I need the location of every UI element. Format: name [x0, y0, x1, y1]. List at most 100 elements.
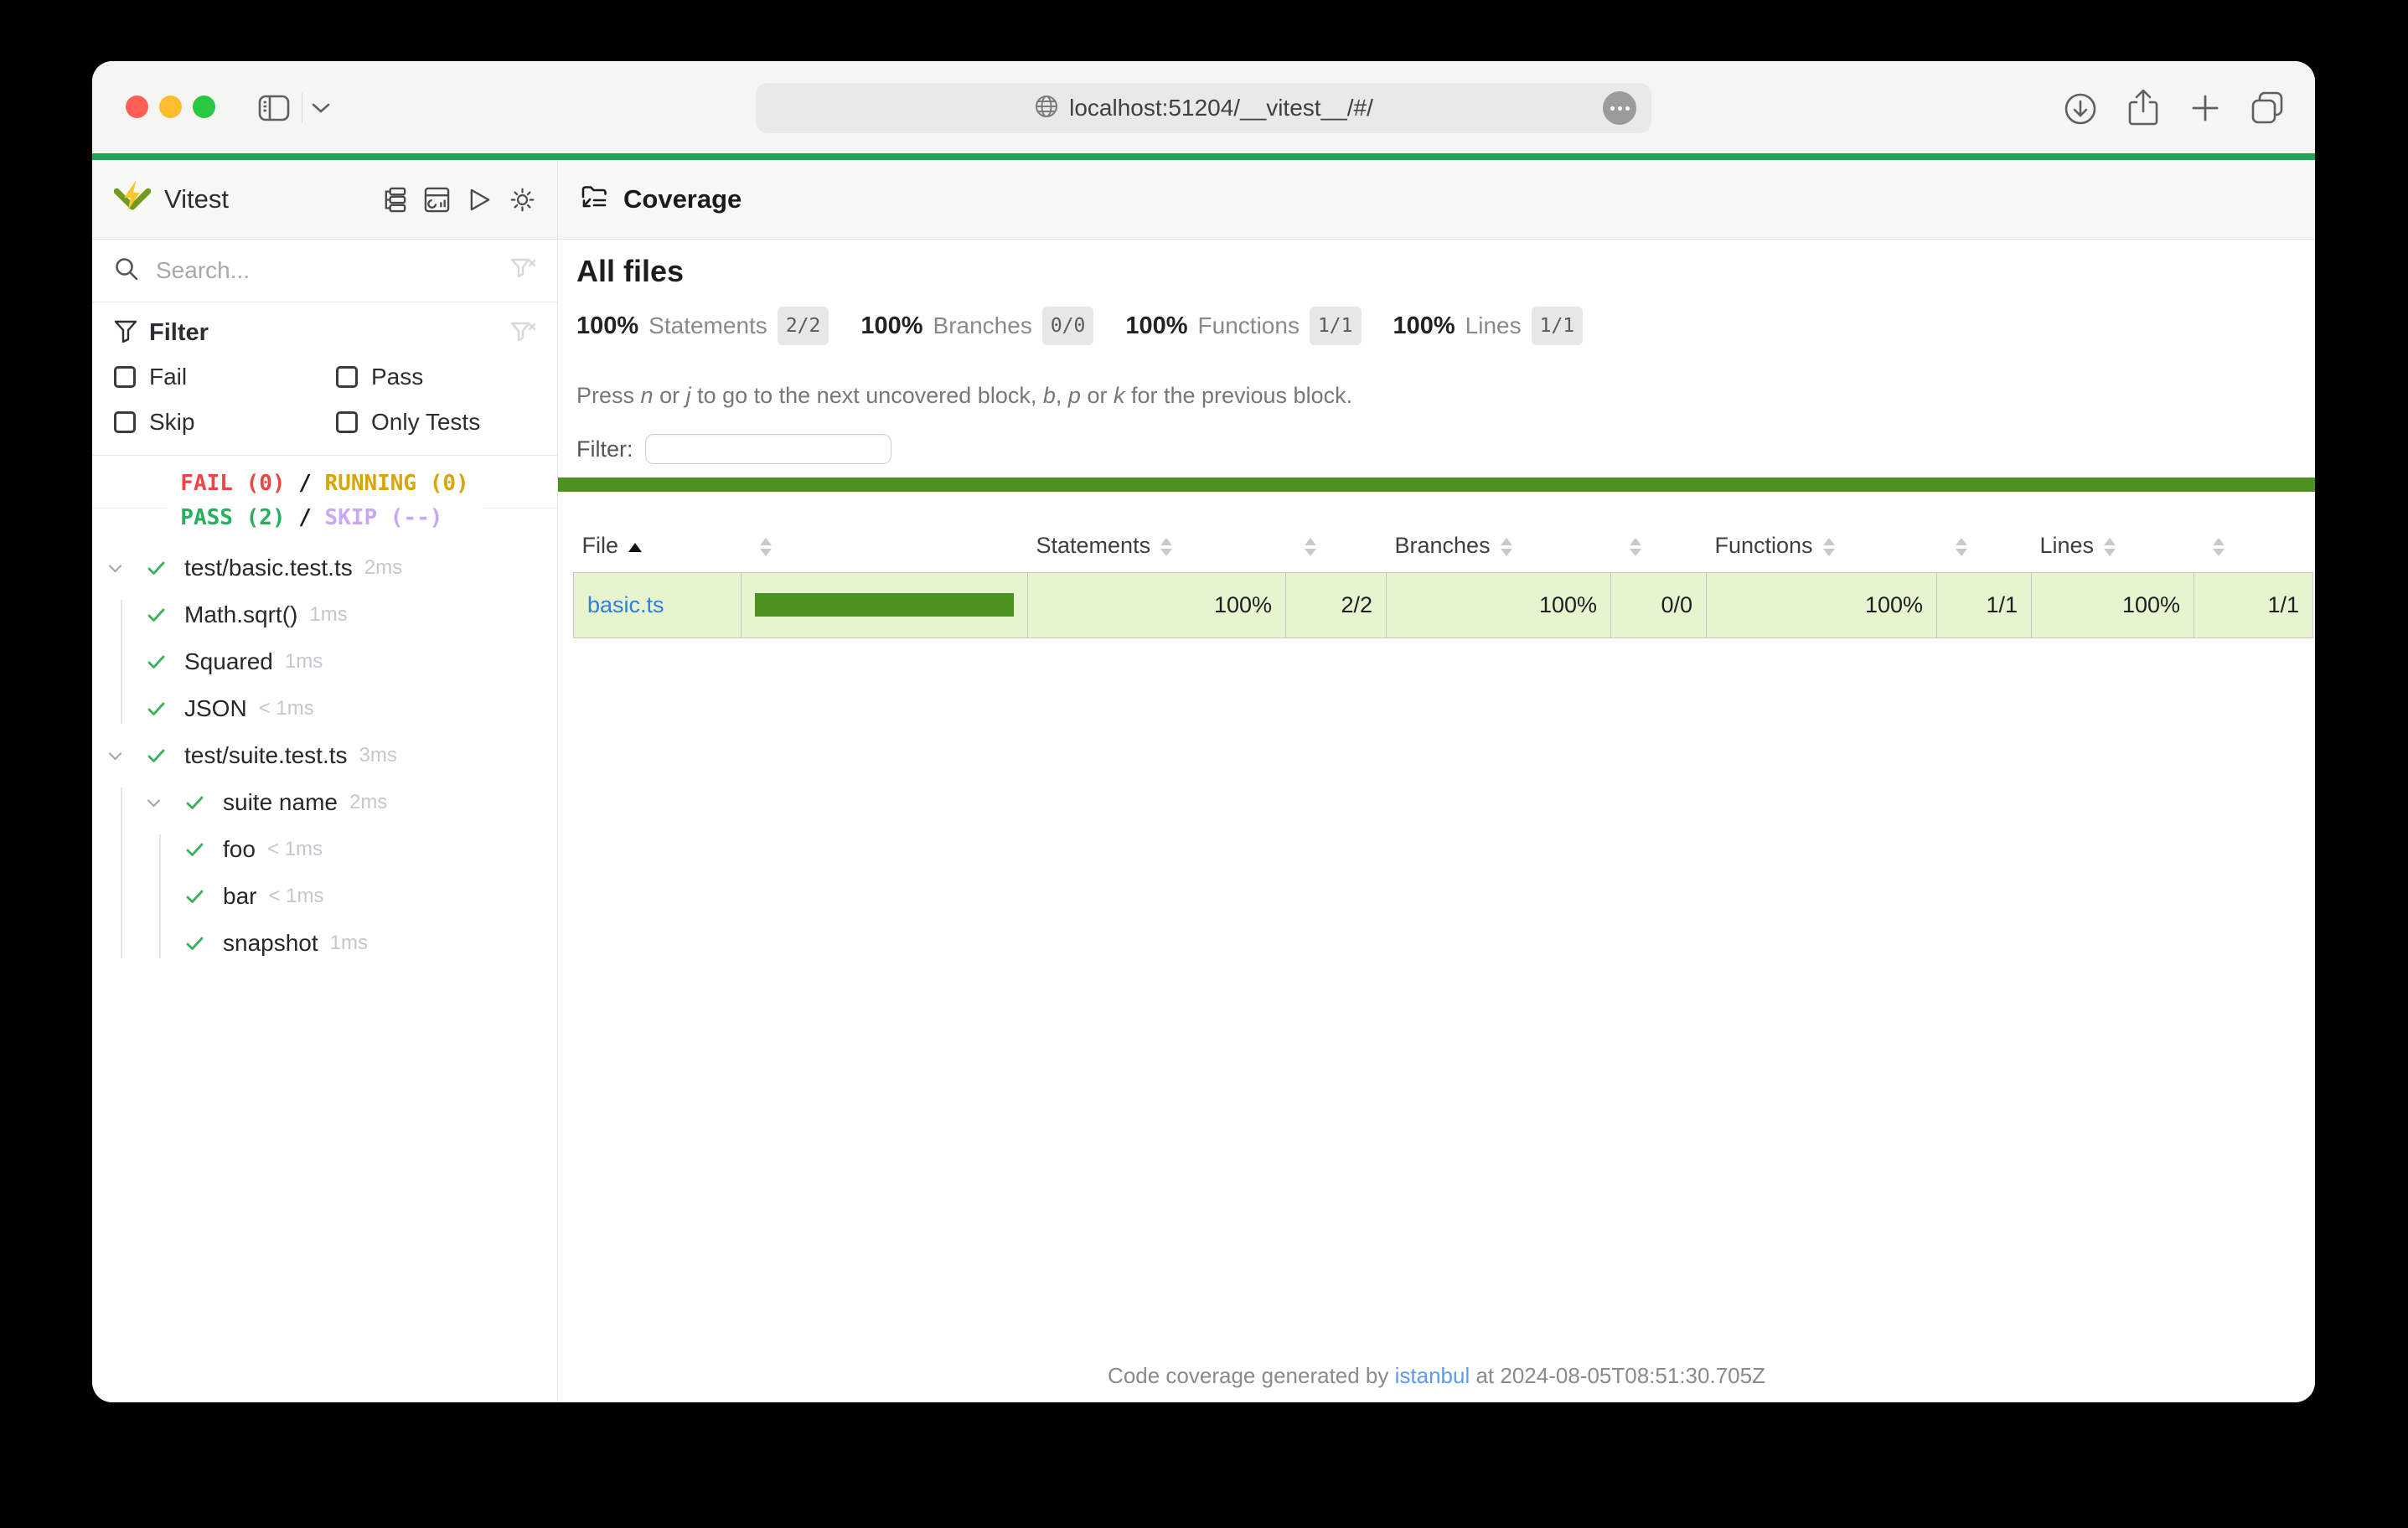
lines-frac: 1/1 — [2194, 572, 2313, 638]
clear-search-filter-icon[interactable] — [510, 257, 535, 285]
column-lines-frac[interactable] — [2194, 520, 2313, 572]
skip-count: SKIP (--) — [325, 505, 443, 530]
stat-statements: 100% Statements 2/2 — [576, 307, 829, 345]
tab-overview-icon[interactable] — [2249, 90, 2286, 131]
stat-lines: 100% Lines 1/1 — [1393, 307, 1584, 345]
browser-toolbar: localhost:51204/__vitest__/#/ — [92, 61, 2315, 153]
sorter-icon[interactable] — [1501, 538, 1512, 556]
column-functions[interactable]: Functions — [1707, 520, 1937, 572]
dashboard-icon[interactable] — [424, 187, 450, 213]
sorter-icon[interactable] — [2213, 538, 2225, 556]
table-header-row: File Statements Branches Functions Lines — [574, 520, 2313, 572]
coverage-filter-input[interactable] — [645, 434, 891, 464]
column-statements-frac[interactable] — [1286, 520, 1387, 572]
url-text: localhost:51204/__vitest__/#/ — [1069, 95, 1373, 121]
chevron-down-icon[interactable] — [109, 751, 147, 761]
duration: 1ms — [285, 650, 323, 674]
coverage-table: File Statements Branches Functions Lines — [573, 520, 2313, 638]
search-row — [92, 240, 557, 302]
functions-pct: 100% — [1707, 572, 1937, 638]
lines-pct: 100% — [2032, 572, 2194, 638]
sort-ascending-icon — [628, 543, 642, 552]
test-run-summary: FAIL (0) / RUNNING (0) PASS (2) / SKIP (… — [92, 456, 557, 545]
statements-pct: 100% — [1028, 572, 1286, 638]
close-window-button[interactable] — [126, 96, 148, 118]
filter-label: Filter: — [576, 436, 633, 462]
pass-count: PASS (2) — [180, 505, 285, 530]
sidebar-header: Vitest — [92, 160, 557, 240]
coverage-stats: 100% Statements 2/2 100% Branches 0/0 10… — [576, 307, 2315, 345]
branches-frac: 0/0 — [1611, 572, 1707, 638]
fraction-badge: 0/0 — [1042, 307, 1094, 345]
globe-icon — [1034, 94, 1059, 123]
tree-item-suite[interactable]: suite name 2ms — [92, 779, 557, 826]
report-heading: All files — [576, 253, 2315, 290]
tree-item-file[interactable]: test/basic.test.ts 2ms — [92, 545, 557, 591]
filter-checkbox-only-tests[interactable]: Only Tests — [336, 409, 535, 436]
filter-checkbox-skip[interactable]: Skip — [114, 409, 336, 436]
column-lines[interactable]: Lines — [2032, 520, 2194, 572]
sorter-icon[interactable] — [1630, 538, 1641, 556]
chevron-down-icon[interactable] — [312, 102, 330, 118]
address-bar[interactable]: localhost:51204/__vitest__/#/ — [756, 83, 1651, 133]
filter-checkbox-fail[interactable]: Fail — [114, 364, 336, 390]
functions-frac: 1/1 — [1937, 572, 2032, 638]
run-all-icon[interactable] — [467, 187, 493, 213]
share-icon[interactable] — [2126, 89, 2160, 132]
page-settings-button[interactable] — [1603, 91, 1636, 125]
search-icon — [114, 256, 139, 286]
clear-filters-icon[interactable] — [510, 321, 535, 348]
tree-item-file[interactable]: test/suite.test.ts 3ms — [92, 732, 557, 779]
column-branches-frac[interactable] — [1611, 520, 1707, 572]
checkbox[interactable] — [114, 411, 136, 433]
checkbox[interactable] — [336, 411, 358, 433]
theme-toggle-icon[interactable] — [509, 187, 535, 213]
expand-tree-icon[interactable] — [381, 187, 407, 213]
filter-panel: Filter Fail Pass — [92, 302, 557, 456]
app-title: Vitest — [164, 184, 229, 214]
stat-branches: 100% Branches 0/0 — [860, 307, 1093, 345]
sorter-icon[interactable] — [1823, 538, 1835, 556]
minimize-window-button[interactable] — [159, 96, 182, 118]
coverage-icon — [580, 183, 608, 216]
duration: 2ms — [364, 556, 402, 580]
new-tab-icon[interactable] — [2188, 91, 2222, 129]
column-pic[interactable] — [742, 520, 1028, 572]
pass-check-icon — [147, 561, 184, 576]
column-statements[interactable]: Statements — [1028, 520, 1286, 572]
filter-checkbox-pass[interactable]: Pass — [336, 364, 535, 390]
tree-item-test[interactable]: snapshot 1ms — [92, 920, 557, 967]
pass-check-icon — [186, 796, 223, 810]
file-cell[interactable]: basic.ts — [574, 572, 742, 638]
sorter-icon[interactable] — [2104, 538, 2116, 556]
duration: 3ms — [359, 744, 397, 767]
tree-item-test[interactable]: Math.sqrt() 1ms — [92, 591, 557, 638]
sorter-icon[interactable] — [760, 538, 772, 556]
coverage-report: All files 100% Statements 2/2 100% Branc… — [558, 240, 2315, 1402]
column-branches[interactable]: Branches — [1387, 520, 1611, 572]
zoom-window-button[interactable] — [193, 96, 215, 118]
tree-item-test[interactable]: JSON < 1ms — [92, 685, 557, 732]
search-input[interactable] — [156, 257, 510, 284]
branches-pct: 100% — [1387, 572, 1611, 638]
sorter-icon[interactable] — [1160, 538, 1172, 556]
sidebar-toggle-icon[interactable] — [258, 95, 290, 126]
statements-frac: 2/2 — [1286, 572, 1387, 638]
checkbox[interactable] — [336, 366, 358, 388]
pass-check-icon — [186, 843, 223, 857]
tree-item-test[interactable]: bar < 1ms — [92, 873, 557, 920]
chevron-down-icon[interactable] — [147, 798, 186, 808]
chevron-down-icon[interactable] — [109, 564, 147, 573]
tree-item-test[interactable]: Squared 1ms — [92, 638, 557, 685]
istanbul-link[interactable]: istanbul — [1395, 1363, 1470, 1388]
column-file[interactable]: File — [574, 520, 742, 572]
checkbox[interactable] — [114, 366, 136, 388]
traffic-lights — [126, 96, 215, 118]
column-functions-frac[interactable] — [1937, 520, 2032, 572]
sorter-icon[interactable] — [1305, 538, 1316, 556]
sorter-icon[interactable] — [1956, 538, 1967, 556]
tree-item-test[interactable]: foo < 1ms — [92, 826, 557, 873]
pass-check-icon — [186, 890, 223, 904]
file-link[interactable]: basic.ts — [587, 592, 664, 617]
downloads-icon[interactable] — [2063, 91, 2098, 131]
